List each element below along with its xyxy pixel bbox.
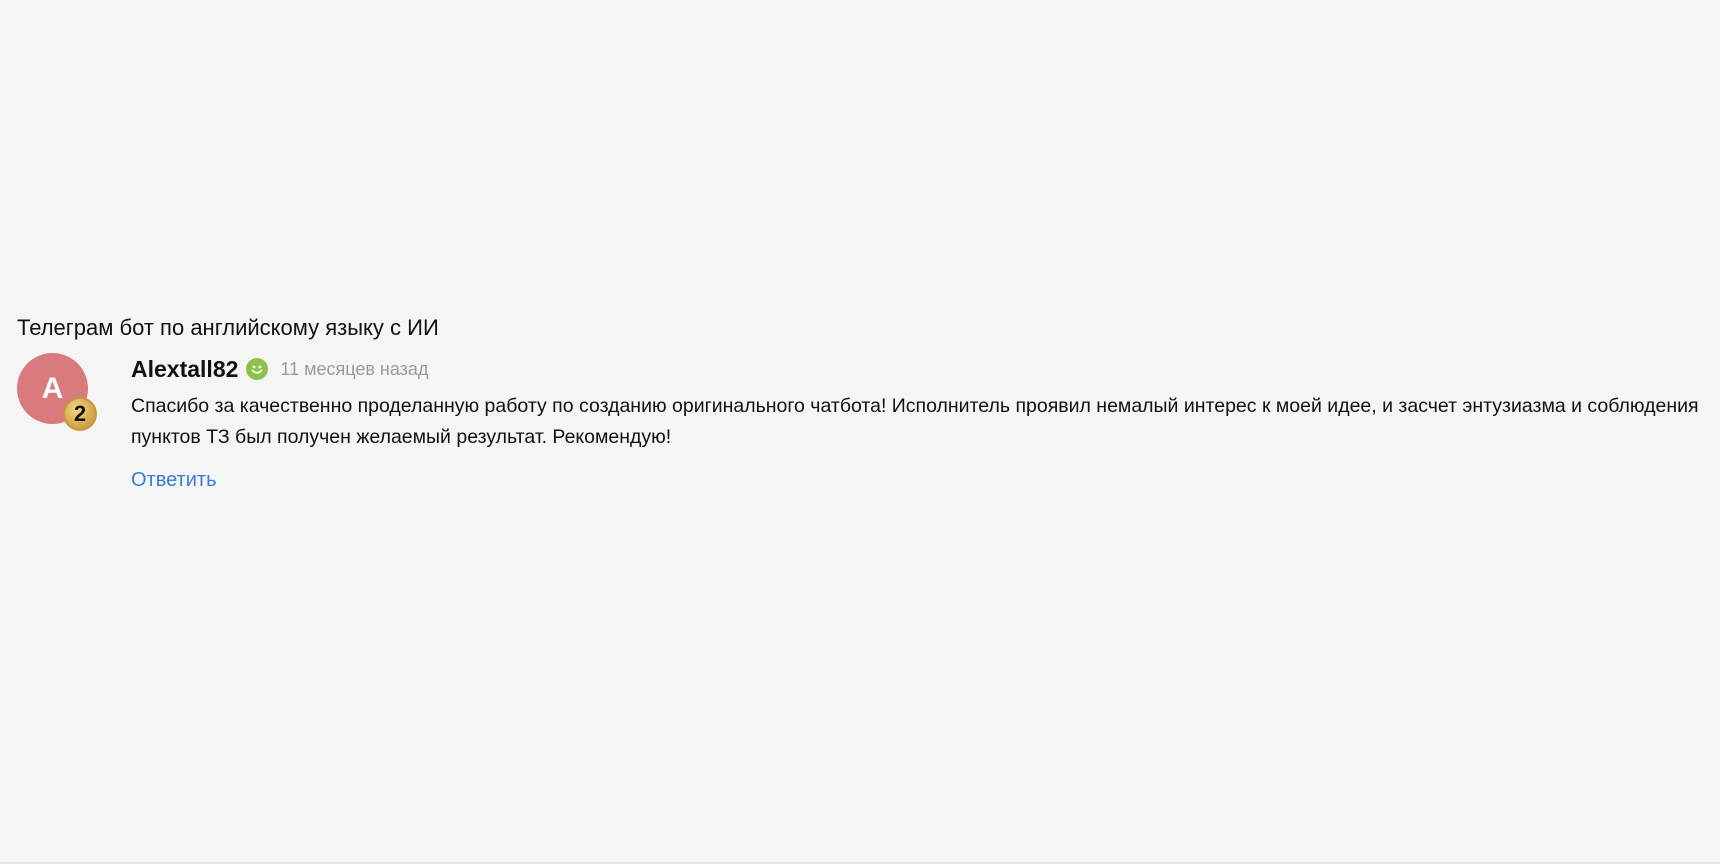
- review-text: Спасибо за качественно проделанную работ…: [131, 395, 1699, 448]
- author-name[interactable]: Alextall82: [131, 353, 238, 385]
- level-badge: 2: [63, 397, 97, 431]
- review-content: Alextall82 11 месяцев назад Спасибо за к…: [131, 353, 1711, 492]
- smiley-icon: [246, 358, 269, 380]
- review-item: A 2 Alextall82 11 месяцев назад Спасибо …: [17, 353, 1707, 513]
- review-time: 11 месяцев назад: [280, 359, 429, 379]
- avatar-wrap[interactable]: A 2: [17, 353, 99, 435]
- reply-link[interactable]: Ответить: [131, 469, 217, 492]
- review-header: Alextall82 11 месяцев назад: [131, 353, 1711, 385]
- project-title: Телеграм бот по английскому языку с ИИ: [17, 315, 439, 340]
- review-block: Телеграм бот по английскому языку с ИИ A…: [17, 312, 1707, 513]
- page: Телеграм бот по английскому языку с ИИ A…: [0, 0, 1720, 864]
